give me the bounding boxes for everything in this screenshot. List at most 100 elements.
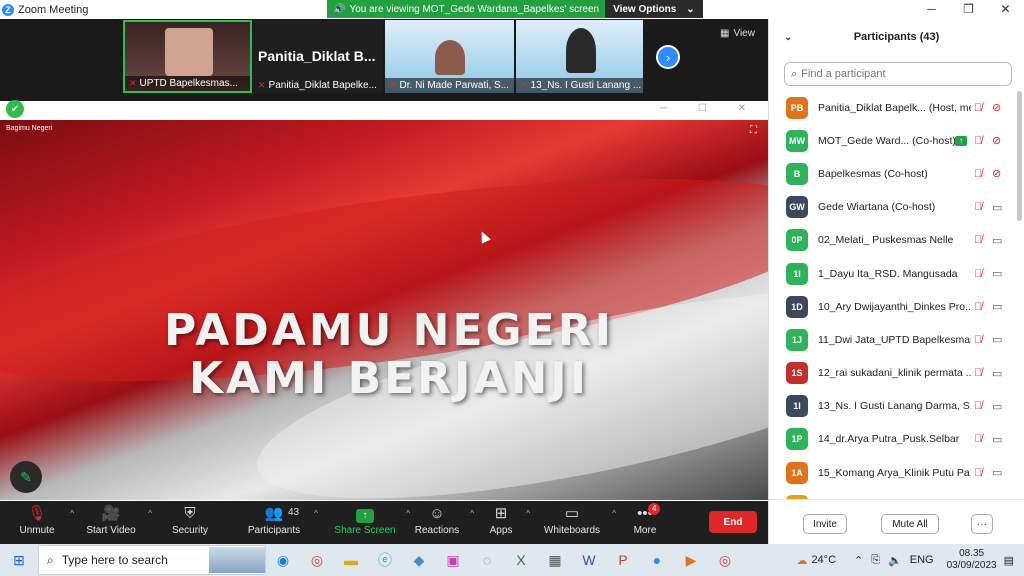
participant-row[interactable]: 1D 10_Ary Dwijayanthi_Dinkes Pro... 🎙̸ ▭ — [769, 290, 1015, 323]
scrollbar[interactable] — [1017, 91, 1022, 221]
network-icon[interactable]: ⎘ — [871, 554, 880, 567]
security-button[interactable]: ⛨ Security — [168, 503, 212, 536]
mute-all-button[interactable]: Mute All — [881, 514, 939, 534]
mic-muted-icon[interactable]: 🎙̸ — [974, 400, 982, 412]
reactions-button[interactable]: ☺ Reactions ^ — [414, 503, 474, 536]
caret-up-icon[interactable]: ^ — [526, 509, 530, 518]
invite-button[interactable]: Invite — [803, 514, 847, 534]
app-icon[interactable]: ▣ — [436, 544, 470, 576]
participant-row[interactable]: 1I 13_Ns. I Gusti Lanang Darma, S.... 🎙̸ ▭ — [769, 390, 1015, 423]
mic-muted-icon[interactable]: 🎙̸ — [974, 102, 982, 114]
powerpoint-icon[interactable]: P — [606, 544, 640, 576]
participant-row[interactable]: PB Panitia_Diklat Bapelk... (Host, me) 🎙̸ ⊘ — [769, 91, 1015, 124]
mic-muted-icon[interactable]: 🎙̸ — [974, 467, 982, 479]
search-input[interactable] — [801, 68, 992, 80]
video-icon[interactable]: ▭ — [992, 367, 1002, 380]
caret-up-icon[interactable]: ^ — [470, 509, 474, 518]
video-off-icon[interactable]: ⊘ — [992, 167, 1001, 180]
close-button[interactable]: ✕ — [987, 0, 1024, 19]
video-icon[interactable]: ▭ — [992, 234, 1002, 247]
next-page-button[interactable]: › — [656, 45, 680, 69]
mic-muted-icon[interactable]: 🎙̸ — [974, 135, 982, 147]
participant-row[interactable]: GW Gede Wiartana (Co-host) 🎙̸ ▭ — [769, 191, 1015, 224]
participant-row[interactable]: 1M16_MADE SUDARSANA_PUSK...🎙̸⊘ — [769, 489, 1015, 499]
zoom-icon[interactable]: ● — [640, 544, 674, 576]
notifications-icon[interactable]: ▤ — [1004, 554, 1014, 567]
restore-button[interactable]: ❐ — [950, 0, 987, 19]
chrome-icon[interactable]: ◎ — [708, 544, 742, 576]
thumbnail-tile[interactable]: Panitia_Diklat B... ✕ Panitia_Diklat Bape… — [254, 20, 383, 93]
start-button[interactable]: ⊞ — [0, 544, 38, 576]
participant-row[interactable]: B Bapelkesmas (Co-host) 🎙̸ ⊘ — [769, 157, 1015, 190]
chevron-up-icon[interactable]: ⌃ — [854, 554, 863, 567]
thumbnail-tile[interactable]: ✕ 13_Ns. I Gusti Lanang ... — [516, 20, 643, 93]
chevron-down-icon[interactable]: ⌄ — [784, 32, 792, 43]
video-icon[interactable]: ▭ — [992, 333, 1002, 346]
start-video-button[interactable]: 🎥 Start Video ^ — [84, 503, 152, 536]
participant-row[interactable]: 1P 14_dr.Arya Putra_Pusk.Selbar 🎙̸ ▭ — [769, 423, 1015, 456]
thumbnail-tile[interactable]: ✕ UPTD Bapelkesmas... — [123, 20, 252, 93]
mic-muted-icon[interactable]: 🎙̸ — [974, 168, 982, 180]
mic-muted-icon[interactable]: 🎙̸ — [974, 234, 982, 246]
whiteboards-button[interactable]: ▭ Whiteboards ^ — [542, 503, 616, 536]
security-shield-icon[interactable]: ✔ — [6, 100, 24, 118]
mic-muted-icon[interactable]: 🎙̸ — [974, 201, 982, 213]
video-icon[interactable]: ▭ — [992, 433, 1002, 446]
participant-row[interactable]: MW MOT_Gede Ward... (Co-host) ↑ 🎙̸ ⊘ — [769, 124, 1015, 157]
edge-icon[interactable]: ◉ — [266, 544, 300, 576]
minimize-button[interactable]: ─ — [913, 0, 950, 19]
mic-muted-icon[interactable]: 🎙̸ — [974, 301, 982, 313]
participant-row[interactable]: 1I 1_Dayu Ita_RSD. Mangusada 🎙̸ ▭ — [769, 257, 1015, 290]
participant-row[interactable]: 1A 15_Komang Arya_Klinik Putu Pa... 🎙̸ ▭ — [769, 456, 1015, 489]
file-explorer-icon[interactable]: ▬ — [334, 544, 368, 576]
caret-up-icon[interactable]: ^ — [148, 509, 152, 518]
app-icon[interactable]: ◆ — [402, 544, 436, 576]
fullscreen-icon[interactable]: ⛶ — [750, 125, 757, 136]
clock[interactable]: 08.35 03/09/2023 — [940, 548, 1004, 572]
caret-up-icon[interactable]: ^ — [406, 509, 410, 518]
caret-up-icon[interactable]: ^ — [70, 509, 74, 518]
view-button[interactable]: ▦ View — [720, 28, 755, 39]
ie-icon[interactable]: ⓔ — [368, 544, 402, 576]
chrome-icon[interactable]: ◎ — [300, 544, 334, 576]
participants-button[interactable]: 👥 43 Participants ^ — [244, 503, 318, 536]
view-options-button[interactable]: View Options ⌄ — [605, 0, 703, 18]
start-video-label: Start Video — [86, 525, 136, 536]
media-icon[interactable]: ▶ — [674, 544, 708, 576]
video-icon[interactable]: ▭ — [992, 300, 1002, 313]
temperature[interactable]: 24°C — [811, 554, 836, 566]
video-off-icon[interactable]: ⊘ — [992, 134, 1001, 147]
video-icon[interactable]: ▭ — [992, 267, 1002, 280]
participant-row[interactable]: 0P 02_Melati_ Puskesmas Nelle 🎙̸ ▭ — [769, 224, 1015, 257]
more-button[interactable]: ••• 4 More — [630, 503, 661, 536]
share-screen-button[interactable]: ↑ Share Screen ^ — [334, 503, 410, 536]
taskbar-search[interactable]: ⌕ Type here to search — [38, 545, 266, 575]
calculator-icon[interactable]: ▦ — [538, 544, 572, 576]
word-icon[interactable]: W — [572, 544, 606, 576]
participant-row[interactable]: 1J 11_Dwi Jata_UPTD Bapelkesmas 🎙̸ ▭ — [769, 323, 1015, 356]
language-indicator[interactable]: ENG — [910, 554, 934, 566]
app-icon[interactable]: ◌ — [470, 544, 504, 576]
mic-muted-icon[interactable]: 🎙̸ — [974, 334, 982, 346]
apps-button[interactable]: ⊞ Apps ^ — [486, 503, 530, 536]
mic-muted-icon[interactable]: 🎙̸ — [974, 367, 982, 379]
video-icon[interactable]: ▭ — [992, 466, 1002, 479]
annotate-button[interactable]: ✎ — [10, 461, 42, 493]
caret-up-icon[interactable]: ^ — [612, 509, 616, 518]
excel-icon[interactable]: X — [504, 544, 538, 576]
thumbnail-tile[interactable]: ✕ Dr. Ni Made Parwati, S... — [385, 20, 514, 93]
video-off-icon[interactable]: ⊘ — [992, 101, 1001, 114]
end-meeting-button[interactable]: End — [709, 511, 757, 533]
video-icon[interactable]: ▭ — [992, 201, 1002, 214]
participant-search[interactable]: ⌕ — [784, 62, 1012, 86]
participant-row[interactable]: 1S 12_rai sukadani_klinik permata ... 🎙̸ ▭ — [769, 357, 1015, 390]
thumbnail-name: 13_Ns. I Gusti Lanang ... — [530, 80, 642, 91]
video-icon[interactable]: ▭ — [992, 400, 1002, 413]
panel-more-button[interactable]: ··· — [971, 514, 993, 534]
avatar: PB — [786, 96, 808, 119]
unmute-button[interactable]: 🎙 Unmute ^ — [14, 503, 74, 536]
caret-up-icon[interactable]: ^ — [314, 509, 318, 518]
volume-icon[interactable]: 🔈 — [888, 554, 902, 567]
mic-muted-icon[interactable]: 🎙̸ — [974, 433, 982, 445]
mic-muted-icon[interactable]: 🎙̸ — [974, 268, 982, 280]
